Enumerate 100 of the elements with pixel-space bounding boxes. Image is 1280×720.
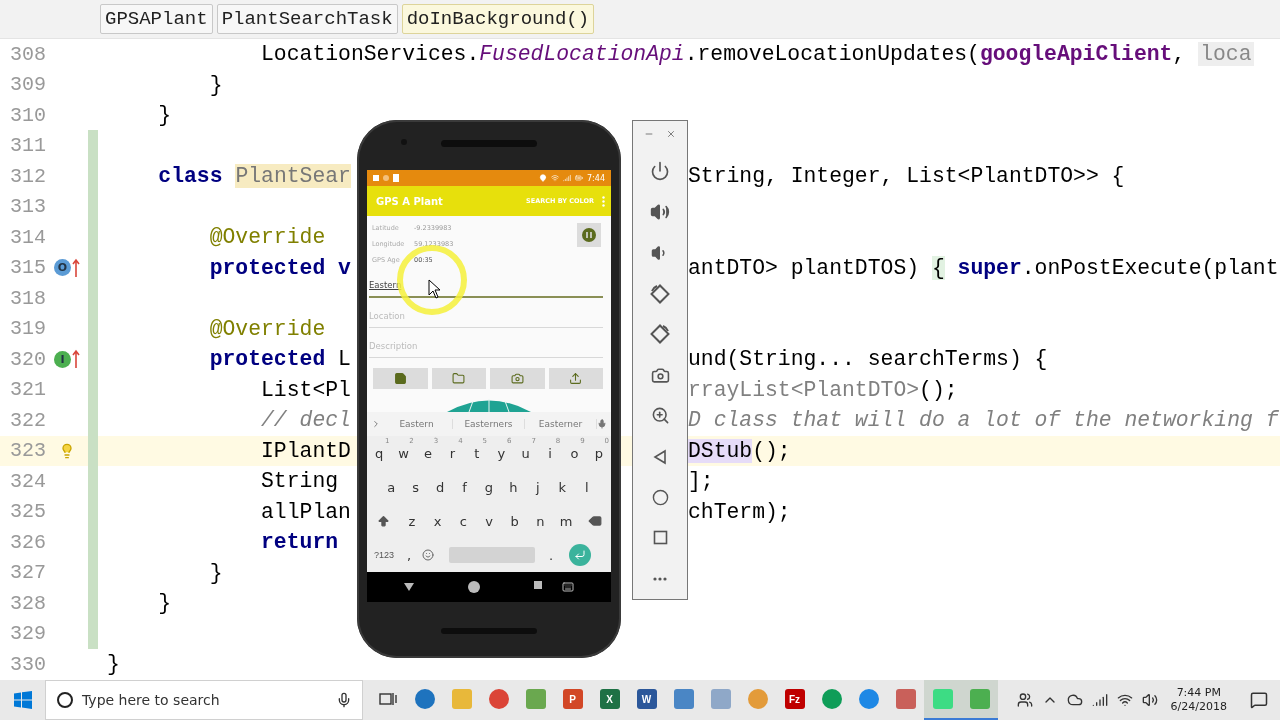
comma-key[interactable]: , [401, 540, 417, 570]
line-number: 311 [9, 134, 46, 158]
speaker-icon[interactable] [1141, 692, 1158, 708]
cortana-circle-icon [56, 691, 74, 709]
code-line: protected L [208, 346, 352, 373]
key[interactable]: z [399, 506, 425, 536]
code-line: String [260, 468, 340, 495]
line-number: 330 [9, 652, 46, 676]
key[interactable]: g [476, 472, 502, 502]
key[interactable]: l [574, 472, 599, 502]
back-icon[interactable] [404, 583, 414, 591]
code-line: @Override [208, 224, 326, 251]
gutter-marker: O [54, 259, 71, 277]
key[interactable]: b [501, 506, 528, 536]
emoji-icon [422, 549, 434, 561]
keyboard-icon[interactable] [562, 581, 574, 593]
key[interactable]: h [501, 472, 526, 502]
line-number: 321 [9, 378, 46, 402]
taskbar-app-button[interactable]: P [554, 680, 591, 720]
code-line: } [157, 102, 172, 129]
code-line: protected v [208, 254, 352, 281]
wifi-icon [551, 174, 560, 182]
action-button[interactable] [548, 368, 603, 389]
signal-icon [563, 174, 572, 182]
key[interactable]: k [550, 472, 575, 502]
suggestion[interactable]: Easterners [453, 419, 525, 429]
power-icon [650, 161, 670, 182]
code-line: // decl [260, 407, 352, 434]
taskbar-app-button[interactable]: Fz [776, 680, 813, 720]
line-number: 314 [9, 225, 46, 249]
notification-icon[interactable] [1250, 691, 1268, 709]
code-line: } [107, 651, 120, 678]
signal-icon[interactable] [1091, 692, 1108, 708]
key[interactable]: s [403, 472, 428, 502]
line-number: 324 [9, 469, 46, 493]
app-tile-icon: Fz [784, 689, 805, 709]
search-field[interactable]: Type here to search [45, 680, 363, 720]
key[interactable]: a [379, 472, 404, 502]
location-icon [539, 174, 548, 182]
wifi-icon[interactable] [1116, 692, 1133, 708]
suggestion[interactable]: Easterner [525, 419, 597, 429]
suggestion[interactable]: Eastern [381, 419, 453, 429]
key[interactable]: x [424, 506, 451, 536]
code-line: } [208, 71, 223, 98]
key[interactable]: m [553, 506, 580, 536]
enter-key[interactable] [569, 544, 591, 566]
code-line: } [208, 559, 223, 586]
battery-icon [575, 174, 584, 182]
folder-icon [452, 372, 466, 385]
code-line: LocationServices.FusedLocationApi.removeLocationUpdates(googleApiClient, loca [260, 41, 1254, 68]
breadcrumb[interactable]: GPSAPlant [100, 4, 213, 34]
key[interactable]: j [525, 472, 551, 502]
taskbar-app-button[interactable] [961, 680, 998, 720]
close-icon[interactable] [666, 129, 676, 139]
action-button[interactable] [373, 368, 428, 389]
app-title: GPS A Plant [376, 195, 444, 207]
line-number: 322 [9, 408, 46, 432]
rotate-left-icon [649, 282, 671, 305]
line-number: 315 [9, 256, 46, 280]
key[interactable]: f [452, 472, 477, 502]
key[interactable]: d [427, 472, 453, 502]
code-line-fragment: chTerm); [688, 498, 791, 525]
home-icon[interactable] [468, 581, 480, 593]
shift-arrow-icon [376, 514, 390, 528]
line-number: 320 [9, 347, 46, 371]
key[interactable]: c [450, 506, 477, 536]
lightbulb-icon[interactable] [59, 442, 75, 459]
line-number: 325 [9, 500, 46, 524]
key[interactable]: n [527, 506, 554, 536]
code-line-fragment: rrayList<PlantDTO>(); [688, 376, 958, 403]
app-tile-icon: W [636, 689, 657, 709]
key[interactable]: v [476, 506, 502, 536]
line-number: 326 [9, 530, 46, 554]
clock[interactable]: 7:44 PM 6/24/2018 [1170, 686, 1227, 714]
action-button[interactable] [431, 368, 486, 389]
line-number: 310 [9, 103, 46, 127]
line-number: 312 [9, 164, 46, 188]
code-line: allPlan [260, 498, 352, 525]
period-key[interactable]: . [545, 540, 557, 570]
pause-button[interactable] [577, 223, 601, 247]
breadcrumb[interactable]: doInBackground() [401, 4, 595, 34]
taskbar-app-button[interactable]: W [628, 680, 665, 720]
action-button[interactable] [490, 368, 545, 389]
cloud-icon[interactable] [1066, 692, 1083, 708]
code-line: IPlantD [260, 437, 352, 464]
taskbar-app-button[interactable]: X [591, 680, 628, 720]
chevron-right-icon[interactable] [371, 419, 381, 429]
microphone-icon[interactable] [336, 692, 352, 708]
people-icon[interactable] [1016, 692, 1033, 708]
app-tile-icon: X [599, 689, 620, 709]
code-line-fragment: und(String... searchTerms) { [688, 346, 1048, 373]
camera-icon [650, 365, 670, 385]
line-number: 308 [9, 42, 46, 66]
line-number: 327 [9, 561, 46, 585]
symbols-key[interactable]: ?123 [367, 550, 401, 560]
taskbar-app-button[interactable] [924, 680, 961, 720]
breadcrumb[interactable]: PlantSearchTask [216, 4, 398, 34]
code-line-fragment: ]; [688, 468, 714, 495]
overview-square-icon [652, 530, 668, 546]
code-line: class PlantSear [157, 163, 352, 190]
